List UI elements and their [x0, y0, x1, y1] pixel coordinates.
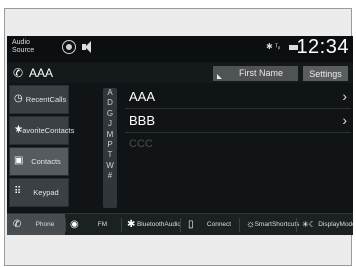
alpha-index-letter[interactable]: D — [103, 98, 117, 108]
contact-list-item[interactable]: BBB › — [125, 109, 351, 133]
tab-smart-shortcuts[interactable]: ☼ Smart Shortcuts — [240, 214, 299, 235]
bluetooth-audio-label-line1: Bluetooth — [136, 221, 165, 228]
sidebar-item-favorite-contacts[interactable]: ★ Favorite Contacts — [9, 116, 74, 145]
contact-name: BBB — [129, 113, 156, 128]
keypad-label: Keypad — [33, 188, 59, 197]
settings-button[interactable]: Settings — [303, 66, 348, 81]
radio-icon: ◉ — [70, 219, 79, 230]
first-name-sort-label: First Name — [239, 68, 284, 78]
clock-icon: ◷ — [14, 93, 23, 104]
tab-phone[interactable]: ✆ Phone — [7, 214, 65, 235]
clock: 12:34 — [296, 36, 349, 58]
display-mode-icon: ✳☾ — [302, 220, 316, 229]
status-bar: Audio Source ✱ ᵀᵢₗ 12:34 — [7, 36, 353, 62]
tab-fm[interactable]: ◉ FM — [66, 214, 121, 235]
alpha-index-letter[interactable]: J — [103, 119, 117, 129]
tab-connect[interactable]: ▯ Connect — [181, 214, 239, 235]
display-mode-label-line1: Display — [318, 221, 340, 228]
favorite-contacts-label-line1: Favorite — [17, 126, 45, 135]
display-mode-label-line2: Mode — [339, 221, 353, 228]
keypad-icon: ⠿ — [14, 186, 22, 197]
sidebar-item-recent-calls[interactable]: ◷ Recent Calls — [9, 85, 69, 114]
speaker-icon — [82, 41, 94, 53]
tab-fm-label: FM — [97, 221, 108, 228]
bottom-tab-bar: ✆ Phone ◉ FM ✱ Bluetooth Audio ▯ Connect … — [7, 213, 353, 235]
contact-name: CCC — [129, 138, 153, 150]
contact-list: AAA › BBB › CCC — [125, 85, 351, 205]
favorite-contacts-label-line2: Contacts — [44, 126, 75, 135]
audio-source-label-line2: Source — [12, 47, 35, 54]
tab-bluetooth-audio[interactable]: ✱ Bluetooth Audio — [122, 214, 182, 235]
head-unit-screen: Audio Source ✱ ᵀᵢₗ 12:34 ✆ AAA First Nam… — [7, 36, 353, 235]
phone-menu-sidebar: ◷ Recent Calls ★ Favorite Contacts ▣ Conta… — [9, 85, 74, 207]
contact-list-item[interactable]: AAA › — [125, 85, 351, 109]
active-contact-name: AAA — [29, 66, 54, 80]
title-bar: ✆ AAA First Name Settings — [7, 63, 353, 83]
first-name-sort-button[interactable]: First Name — [213, 66, 298, 81]
smart-shortcuts-label-line1: Smart — [254, 221, 272, 228]
audio-source-label-line1: Audio — [12, 39, 30, 46]
phone-icon: ✆ — [13, 219, 22, 230]
contact-book-icon: ▣ — [14, 155, 24, 166]
chevron-right-icon: › — [342, 112, 347, 128]
alpha-index-letter[interactable]: # — [103, 171, 117, 181]
audio-source-button[interactable]: Audio Source — [12, 39, 34, 55]
recent-calls-label-line1: Recent — [25, 95, 50, 104]
tab-display-mode[interactable]: ✳☾ DisplayMode — [297, 214, 353, 235]
contacts-label: Contacts — [31, 157, 61, 166]
phone-handset-icon: ✆ — [13, 66, 24, 80]
alphabet-index[interactable]: A D G J M P T W # — [103, 88, 117, 208]
alpha-index-letter[interactable]: W — [103, 161, 117, 171]
alpha-index-letter[interactable]: M — [103, 130, 117, 140]
tab-phone-label: Phone — [35, 221, 55, 228]
device-icon: ▯ — [188, 219, 194, 230]
signal-strength-icon: ᵀᵢₗ — [275, 44, 281, 51]
bluetooth-audio-label-line2: Audio — [164, 221, 182, 228]
corner-triangle-icon — [217, 74, 222, 79]
alpha-index-letter[interactable]: G — [103, 109, 117, 119]
tab-connect-label: Connect — [206, 221, 232, 228]
alpha-index-letter[interactable]: A — [103, 88, 117, 98]
sidebar-item-keypad[interactable]: ⠿ Keypad — [9, 178, 69, 207]
contact-list-item[interactable]: CCC — [125, 133, 351, 157]
chevron-right-icon: › — [342, 88, 347, 104]
recent-calls-label-line2: Calls — [49, 95, 67, 104]
source-circle-icon[interactable] — [62, 40, 76, 54]
alpha-index-letter[interactable]: T — [103, 150, 117, 160]
bluetooth-status-icon: ✱ — [266, 42, 273, 51]
bluetooth-icon: ✱ — [127, 219, 136, 230]
contact-name: AAA — [129, 89, 156, 104]
sidebar-item-contacts[interactable]: ▣ Contacts — [9, 147, 69, 176]
alpha-index-letter[interactable]: P — [103, 140, 117, 150]
